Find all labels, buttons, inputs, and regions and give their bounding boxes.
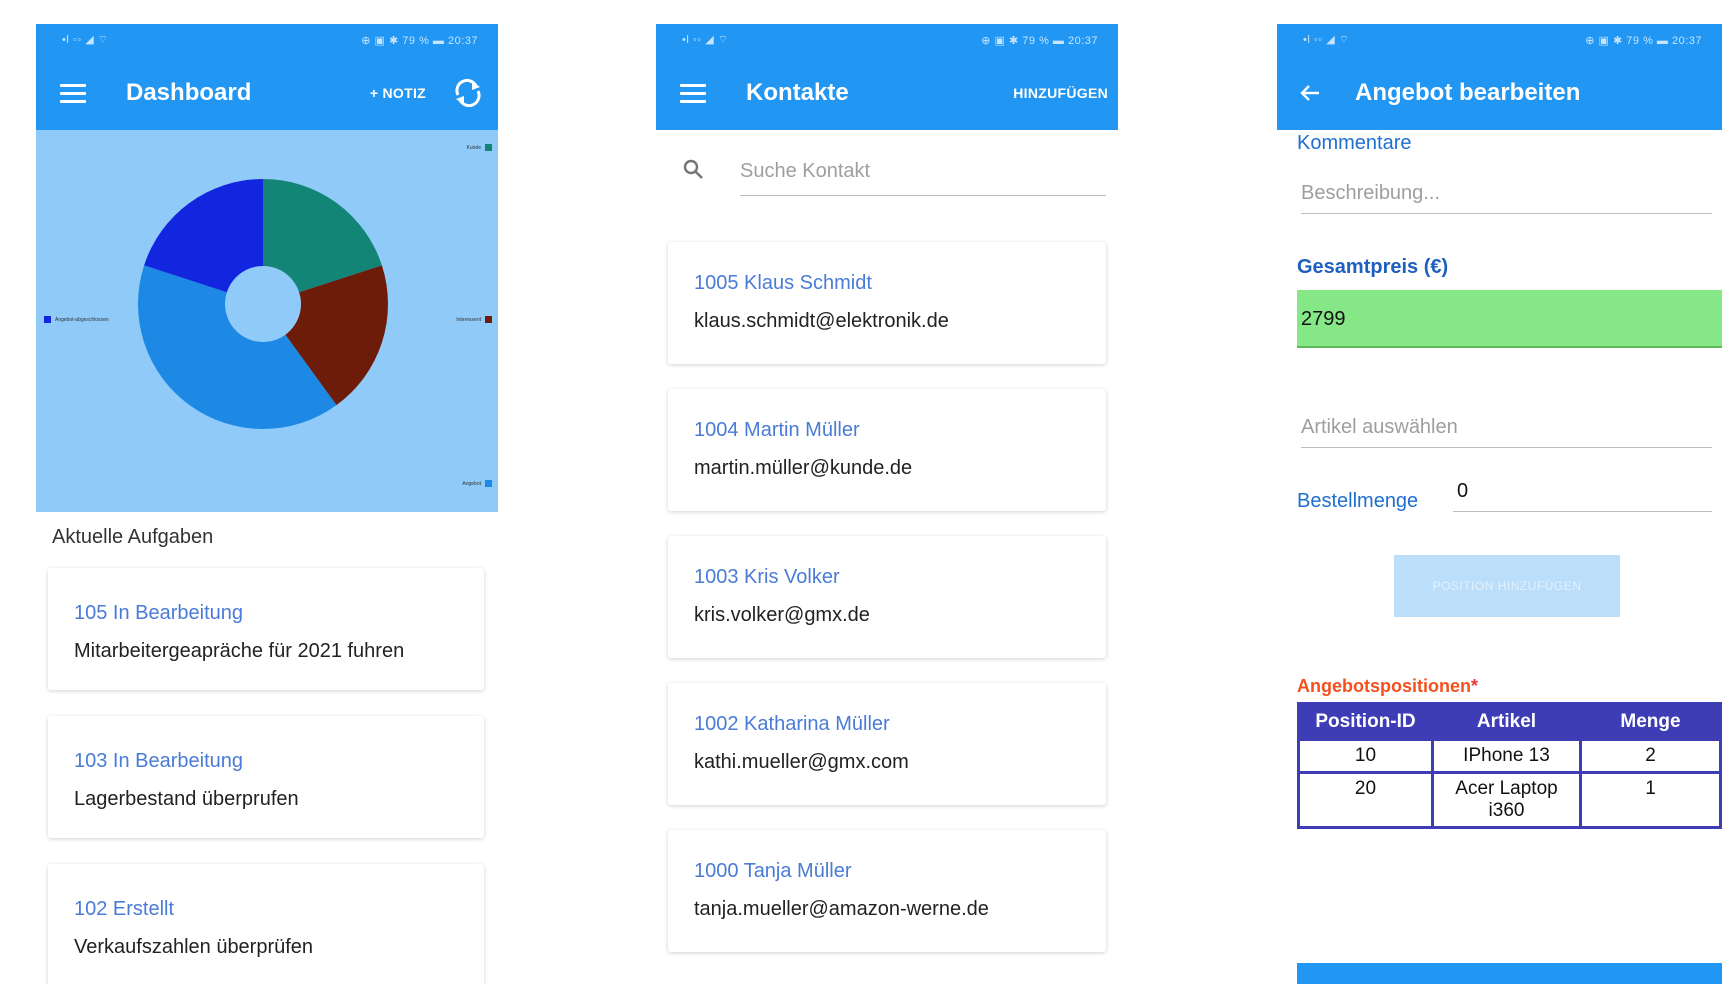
- quantity-cell: 1: [1579, 771, 1722, 829]
- column-header: Position-ID: [1297, 702, 1434, 741]
- article-cell: Acer Laptop i360: [1431, 771, 1582, 829]
- required-mark: *: [1471, 676, 1479, 696]
- back-arrow-icon[interactable]: [1299, 82, 1321, 104]
- app-bar: Kontakte HINZUFÜGEN: [656, 56, 1118, 130]
- contact-card[interactable]: 1005 Klaus Schmidt klaus.schmidt@elektro…: [668, 242, 1106, 364]
- positions-label: Angebotspositionen*: [1297, 676, 1478, 697]
- refresh-icon[interactable]: [450, 75, 486, 111]
- contact-card[interactable]: 1004 Martin Müller martin.müller@kunde.d…: [668, 389, 1106, 511]
- contact-name: 1002 Katharina Müller: [694, 713, 890, 735]
- contact-card[interactable]: 1000 Tanja Müller tanja.mueller@amazon-w…: [668, 830, 1106, 952]
- total-price-input[interactable]: 2799: [1297, 290, 1722, 348]
- add-contact-button[interactable]: HINZUFÜGEN: [1013, 85, 1108, 101]
- edit-submit-button[interactable]: BEARBEITEN: [1297, 963, 1722, 984]
- task-head: 102 Erstellt: [74, 898, 175, 920]
- status-left: •l ◦◦ ◢ ⌔: [682, 34, 729, 46]
- contact-card[interactable]: 1002 Katharina Müller kathi.mueller@gmx.…: [668, 683, 1106, 805]
- legend-item-angebot-abgeschlossen: Angebot-abgeschlossen: [44, 316, 109, 323]
- legend-swatch: [44, 316, 51, 323]
- legend-label: Interessent: [456, 316, 481, 323]
- search-icon: [683, 159, 703, 179]
- status-left: •l ◦◦ ◢ ⌔: [62, 34, 109, 46]
- status-left: •l ◦◦ ◢ ⌔: [1303, 34, 1350, 46]
- status-bar: •l ◦◦ ◢ ⌔ ⊕ ▣ ✱ 79 % ▬ 20:37: [36, 24, 498, 56]
- contact-name: 1004 Martin Müller: [694, 419, 860, 441]
- page-title: Kontakte: [746, 79, 849, 106]
- search-input[interactable]: Suche Kontakt: [740, 150, 1106, 196]
- edit-offer-screen: •l ◦◦ ◢ ⌔ ⊕ ▣ ✱ 79 % ▬ 20:37 Angebot bea…: [1277, 24, 1722, 984]
- app-bar: Dashboard + NOTIZ: [36, 56, 498, 130]
- dashboard-screen: •l ◦◦ ◢ ⌔ ⊕ ▣ ✱ 79 % ▬ 20:37 Dashboard +…: [36, 24, 498, 984]
- add-note-button[interactable]: + NOTIZ: [370, 85, 426, 101]
- description-input[interactable]: Beschreibung...: [1301, 182, 1712, 214]
- contacts-screen: •l ◦◦ ◢ ⌔ ⊕ ▣ ✱ 79 % ▬ 20:37 Kontakte HI…: [656, 24, 1118, 984]
- total-price-label: Gesamtpreis (€): [1297, 256, 1449, 278]
- contact-name: 1005 Klaus Schmidt: [694, 272, 872, 294]
- legend-swatch: [485, 316, 492, 323]
- column-header: Artikel: [1431, 702, 1582, 741]
- column-header: Menge: [1579, 702, 1722, 741]
- status-pie-chart: Kunde Angebot-abgeschlossen Interessent …: [36, 130, 498, 512]
- menu-icon[interactable]: [680, 83, 706, 103]
- donut-hole: [225, 266, 301, 342]
- positions-label-text: Angebotspositionen: [1297, 676, 1471, 696]
- legend-swatch: [485, 480, 492, 487]
- contact-email: kathi.mueller@gmx.com: [694, 751, 909, 773]
- section-title: Aktuelle Aufgaben: [52, 526, 214, 548]
- status-right: ⊕ ▣ ✱ 79 % ▬ 20:37: [1585, 34, 1702, 47]
- status-bar: •l ◦◦ ◢ ⌔ ⊕ ▣ ✱ 79 % ▬ 20:37: [656, 24, 1118, 56]
- article-cell: IPhone 13: [1431, 738, 1582, 774]
- task-description: Lagerbestand überprufen: [74, 788, 299, 810]
- position-id-cell: 20: [1297, 771, 1434, 829]
- contact-email: klaus.schmidt@elektronik.de: [694, 310, 949, 332]
- contact-name: 1003 Kris Volker: [694, 566, 840, 588]
- status-right: ⊕ ▣ ✱ 79 % ▬ 20:37: [981, 34, 1098, 47]
- legend-label: Angebot-abgeschlossen: [55, 316, 109, 323]
- task-card[interactable]: 103 In Bearbeitung Lagerbestand überpruf…: [48, 716, 484, 838]
- task-head: 103 In Bearbeitung: [74, 750, 244, 772]
- quantity-input[interactable]: 0: [1453, 480, 1712, 512]
- positions-table: Position-ID Artikel Menge 10 IPhone 13 2…: [1297, 702, 1722, 829]
- table-row[interactable]: 10 IPhone 13 2: [1297, 738, 1722, 774]
- menu-icon[interactable]: [60, 83, 86, 103]
- status-right: ⊕ ▣ ✱ 79 % ▬ 20:37: [361, 34, 478, 47]
- task-head: 105 In Bearbeitung: [74, 602, 244, 624]
- add-position-button[interactable]: POSITION HINZUFÜGEN: [1394, 555, 1620, 617]
- legend-swatch: [485, 144, 492, 151]
- table-row[interactable]: 20 Acer Laptop i360 1: [1297, 771, 1722, 829]
- page-title: Angebot bearbeiten: [1355, 79, 1581, 106]
- contact-email: tanja.mueller@amazon-werne.de: [694, 898, 989, 920]
- task-description: Verkaufszahlen überprüfen: [74, 936, 314, 958]
- quantity-cell: 2: [1579, 738, 1722, 774]
- quantity-label: Bestellmenge: [1297, 490, 1419, 512]
- search-bar: Suche Kontakt: [682, 150, 1106, 204]
- task-card[interactable]: 105 In Bearbeitung Mitarbeitergeapräche …: [48, 568, 484, 690]
- contact-email: martin.müller@kunde.de: [694, 457, 913, 479]
- contact-email: kris.volker@gmx.de: [694, 604, 870, 626]
- task-description: Mitarbeitergeapräche für 2021 fuhren: [74, 640, 405, 662]
- legend-item-kunde: Kunde: [467, 144, 492, 151]
- contact-name: 1000 Tanja Müller: [694, 860, 852, 882]
- legend-item-interessent: Interessent: [456, 316, 492, 323]
- legend-item-angebot: Angebot: [462, 480, 492, 487]
- position-id-cell: 10: [1297, 738, 1434, 774]
- article-select[interactable]: Artikel auswählen: [1301, 416, 1712, 448]
- task-card[interactable]: 102 Erstellt Verkaufszahlen überprüfen: [48, 864, 484, 984]
- table-header-row: Position-ID Artikel Menge: [1297, 702, 1722, 741]
- comments-label: Kommentare: [1297, 132, 1412, 154]
- status-bar: •l ◦◦ ◢ ⌔ ⊕ ▣ ✱ 79 % ▬ 20:37: [1277, 24, 1722, 56]
- legend-label: Angebot: [462, 480, 481, 487]
- page-title: Dashboard: [126, 79, 252, 106]
- app-bar: Angebot bearbeiten: [1277, 56, 1722, 130]
- legend-label: Kunde: [466, 144, 481, 151]
- contact-card[interactable]: 1003 Kris Volker kris.volker@gmx.de: [668, 536, 1106, 658]
